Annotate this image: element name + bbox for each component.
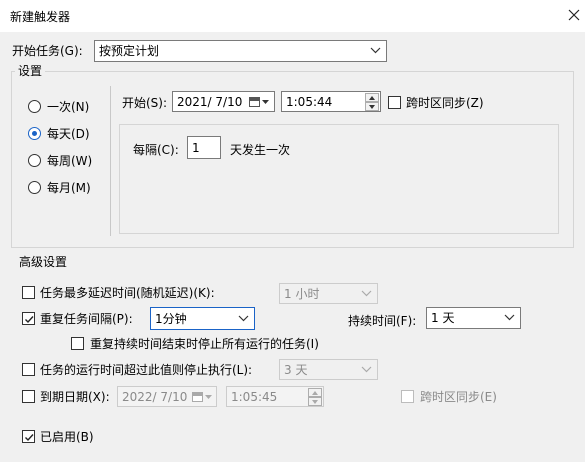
delay-combo[interactable]: 1 小时: [279, 283, 378, 304]
stop-at-end-checkbox[interactable]: [71, 337, 84, 350]
stop-at-end-label: 重复持续时间结束时停止所有运行的任务(I): [90, 337, 319, 351]
radio-daily[interactable]: [28, 127, 41, 140]
delay-checkbox[interactable]: [22, 286, 35, 299]
start-time-input[interactable]: 1:05:44: [281, 91, 381, 112]
calendar-icon: [249, 97, 260, 107]
radio-once[interactable]: [28, 100, 41, 113]
repeat-label: 重复任务间隔(P):: [40, 312, 133, 326]
chevron-down-icon: [262, 100, 269, 104]
start-date-value: 2021/ 7/10: [177, 95, 243, 109]
expire-checkbox[interactable]: [22, 390, 35, 403]
enabled-checkbox[interactable]: [22, 430, 35, 443]
delay-label: 任务最多延迟时间(随机延迟)(K):: [40, 286, 215, 300]
repeat-interval-value: 1分钟: [155, 312, 187, 326]
settings-group-label: 设置: [15, 64, 46, 78]
duration-label: 持续时间(F):: [348, 314, 417, 328]
expire-date-picker[interactable]: 2022/ 7/10: [117, 386, 217, 407]
close-icon[interactable]: [566, 7, 582, 23]
stop-if-longer-value: 3 天: [284, 363, 308, 377]
enabled-label: 已启用(B): [40, 430, 94, 444]
duration-combo[interactable]: 1 天: [426, 307, 521, 329]
recur-suffix: 天发生一次: [230, 143, 291, 157]
repeat-checkbox[interactable]: [22, 312, 35, 325]
chevron-down-icon: [361, 366, 372, 373]
sync-timezone-label: 跨时区同步(Z): [406, 96, 484, 110]
recur-label: 每隔(C):: [133, 143, 179, 157]
advanced-group-label: 高级设置: [16, 255, 71, 269]
radio-monthly-label: 每月(M): [47, 181, 91, 195]
sync-timezone-checkbox[interactable]: [388, 96, 401, 109]
start-time-value: 1:05:44: [286, 95, 333, 109]
title-bar: [0, 0, 585, 32]
recur-days-value: 1: [192, 141, 200, 155]
chevron-down-icon: [370, 47, 381, 54]
expire-time-value: 1:05:45: [231, 390, 278, 404]
chevron-down-icon: [361, 290, 372, 297]
stop-if-longer-label: 任务的运行时间超过此值则停止执行(L):: [40, 363, 253, 377]
recur-days-input[interactable]: 1: [187, 136, 221, 159]
begin-task-value: 按预定计划: [99, 44, 160, 58]
chevron-down-icon: [205, 395, 212, 399]
stop-if-longer-combo[interactable]: 3 天: [279, 359, 378, 380]
expire-time-spinner[interactable]: [308, 388, 322, 406]
recur-panel: [119, 124, 559, 234]
start-label: 开始(S):: [122, 96, 168, 110]
radio-monthly[interactable]: [28, 181, 41, 194]
start-time-spinner[interactable]: [365, 93, 379, 111]
chevron-down-icon: [504, 314, 515, 321]
delay-value: 1 小时: [284, 287, 320, 301]
expire-time-input[interactable]: 1:05:45: [226, 386, 324, 407]
window-title: 新建触发器: [10, 10, 71, 24]
duration-value: 1 天: [431, 311, 455, 325]
expire-sync-label: 跨时区同步(E): [420, 390, 497, 404]
check-icon: [25, 316, 34, 324]
settings-divider: [110, 86, 111, 236]
start-date-picker[interactable]: 2021/ 7/10: [172, 91, 275, 112]
begin-task-combo[interactable]: 按预定计划: [94, 40, 387, 62]
check-icon: [25, 434, 34, 442]
expire-label: 到期日期(X):: [40, 390, 110, 404]
calendar-icon: [192, 392, 203, 402]
radio-weekly[interactable]: [28, 154, 41, 167]
expire-date-value: 2022/ 7/10: [122, 390, 188, 404]
expire-sync-checkbox[interactable]: [401, 390, 414, 403]
radio-weekly-label: 每周(W): [47, 154, 93, 168]
begin-task-label: 开始任务(G):: [12, 44, 83, 58]
radio-daily-label: 每天(D): [47, 127, 90, 141]
stop-if-longer-checkbox[interactable]: [22, 363, 35, 376]
repeat-interval-combo[interactable]: 1分钟: [150, 307, 255, 330]
chevron-down-icon: [238, 315, 249, 322]
radio-once-label: 一次(N): [47, 100, 90, 114]
